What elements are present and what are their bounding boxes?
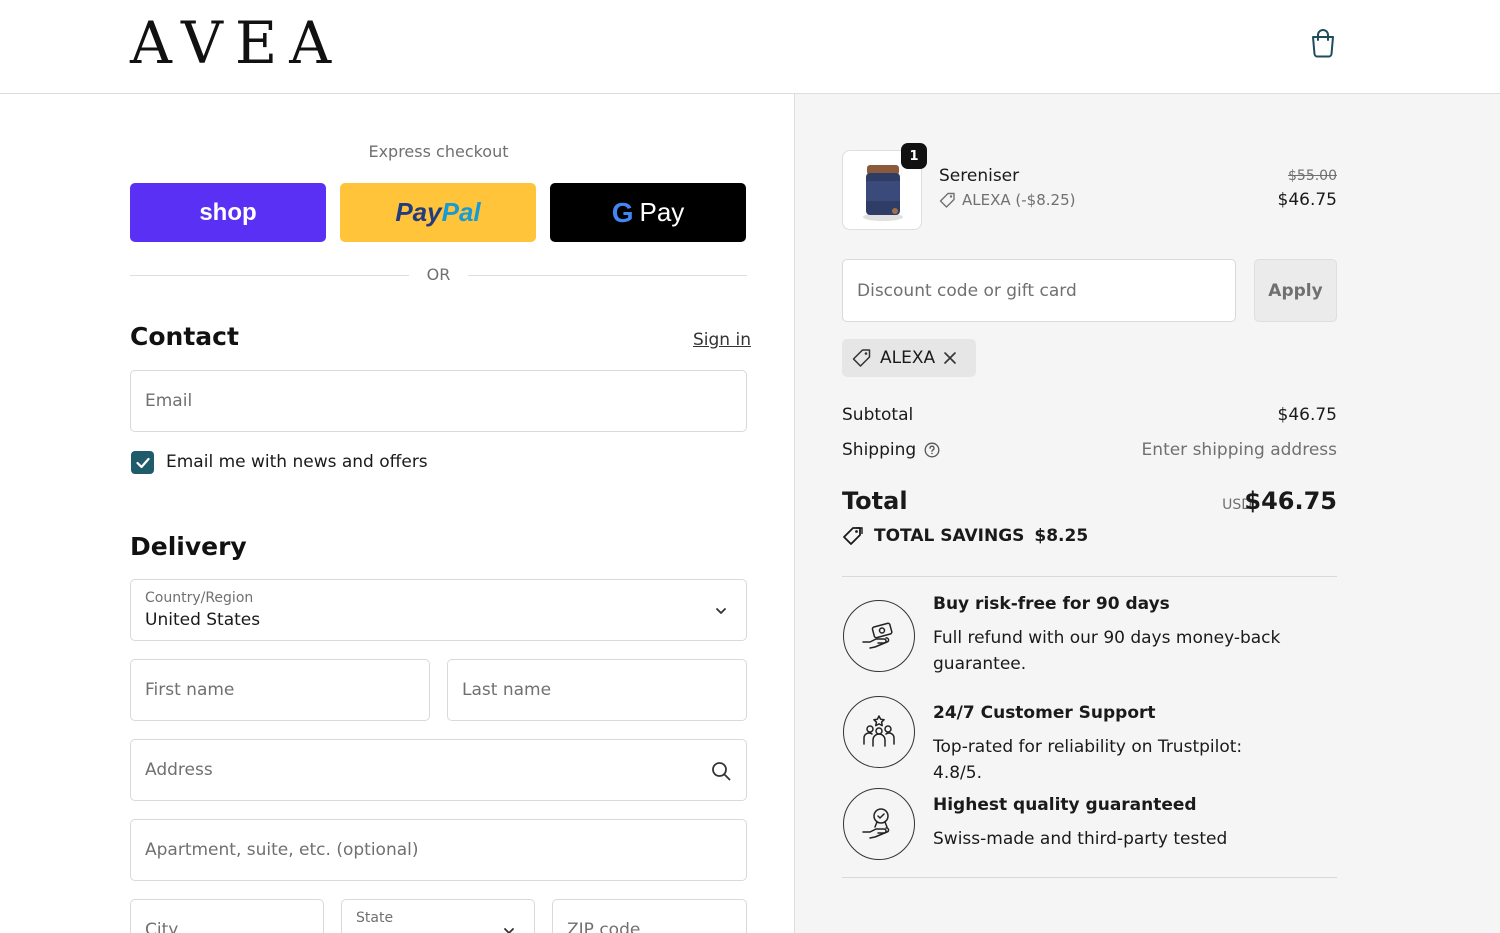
country-select[interactable]: Country/Region United States xyxy=(130,579,747,641)
product-discount-text: ALEXA (-$8.25) xyxy=(962,191,1076,209)
delivery-title: Delivery xyxy=(130,532,247,561)
newsletter-label[interactable]: Email me with news and offers xyxy=(166,452,428,472)
perk-text: Swiss-made and third-party tested xyxy=(933,829,1228,849)
zip-input[interactable] xyxy=(553,900,746,933)
search-icon[interactable] xyxy=(710,760,732,782)
perk-text: Full refund with our 90 days money-back … xyxy=(933,628,1281,674)
shipping-row-label: Shipping xyxy=(842,440,940,460)
apply-discount-button[interactable]: Apply xyxy=(1254,259,1337,322)
applied-discount-chip: ALEXA xyxy=(842,339,976,377)
sign-in-link[interactable]: Sign in xyxy=(693,330,751,350)
savings-label: TOTAL SAVINGS xyxy=(874,526,1025,546)
perk-title: 24/7 Customer Support xyxy=(933,703,1156,723)
shop-pay-label: shop xyxy=(199,198,257,226)
applied-discount-code: ALEXA xyxy=(880,348,936,368)
country-select-label: Country/Region xyxy=(145,590,254,606)
remove-discount-icon[interactable] xyxy=(943,351,957,365)
savings-value: $8.25 xyxy=(1034,526,1089,546)
city-input[interactable] xyxy=(131,900,323,933)
original-price: $55.00 xyxy=(1288,168,1337,184)
state-select[interactable]: State xyxy=(341,899,535,933)
first-name-input[interactable] xyxy=(131,660,429,720)
perk-title: Highest quality guaranteed xyxy=(933,795,1197,815)
last-name-field[interactable] xyxy=(447,659,747,721)
chevron-down-icon xyxy=(716,608,726,614)
paypal-label-part2: Pal xyxy=(441,197,481,227)
zip-field[interactable] xyxy=(552,899,747,933)
final-price: $46.75 xyxy=(1277,190,1337,210)
state-select-label: State xyxy=(356,910,394,926)
savings-tag-icon xyxy=(843,527,863,545)
google-g-icon: G xyxy=(611,196,634,228)
discount-code-input[interactable] xyxy=(843,260,1235,321)
address-field[interactable] xyxy=(130,739,747,801)
quality-badge-hand-icon xyxy=(843,788,915,860)
checkout-form-panel: Express checkout shop Pay Pal G Pay OR Co… xyxy=(0,94,795,933)
apartment-field[interactable] xyxy=(130,819,747,881)
discount-code-field[interactable] xyxy=(842,259,1236,322)
divider-line-right xyxy=(468,275,747,276)
total-value: $46.75 xyxy=(1244,487,1337,515)
subtotal-value: $46.75 xyxy=(1277,405,1337,425)
shopping-bag-icon[interactable] xyxy=(1308,27,1338,59)
product-name: Sereniser xyxy=(939,166,1020,186)
country-select-value: United States xyxy=(145,610,261,630)
address-input[interactable] xyxy=(131,740,746,800)
chevron-down-icon xyxy=(504,928,514,933)
first-name-field[interactable] xyxy=(130,659,430,721)
shop-pay-button[interactable]: shop xyxy=(130,183,326,242)
apartment-input[interactable] xyxy=(131,820,746,880)
shipping-label: Shipping xyxy=(842,440,917,460)
checkmark-icon xyxy=(135,457,150,468)
or-divider: OR xyxy=(130,264,747,286)
paypal-label-part1: Pay xyxy=(395,197,442,227)
product-discount: ALEXA (-$8.25) xyxy=(939,191,1075,209)
total-savings: TOTAL SAVINGS $8.25 xyxy=(842,526,1088,546)
google-pay-label: Pay xyxy=(639,197,685,227)
email-input[interactable] xyxy=(131,371,746,431)
subtotal-label: Subtotal xyxy=(842,405,914,425)
last-name-input[interactable] xyxy=(448,660,746,720)
summary-divider xyxy=(842,576,1337,577)
perk-title: Buy risk-free for 90 days xyxy=(933,594,1170,614)
money-hand-icon xyxy=(843,600,915,672)
total-label: Total xyxy=(842,487,908,515)
brand-logo[interactable]: AVEA xyxy=(130,14,343,72)
perk-text: Top-rated for reliability on Trustpilot:… xyxy=(933,737,1243,783)
order-summary-panel: 1 Sereniser ALEXA (-$8.25) $55.00 $46.75… xyxy=(795,94,1500,933)
help-circle-icon[interactable] xyxy=(924,442,940,458)
contact-title: Contact xyxy=(130,322,239,351)
site-header: AVEA xyxy=(0,0,1500,94)
quantity-badge: 1 xyxy=(901,143,927,169)
express-checkout-title: Express checkout xyxy=(368,142,509,161)
tag-icon xyxy=(852,349,871,367)
tag-icon xyxy=(939,192,955,208)
shipping-value: Enter shipping address xyxy=(1141,440,1337,460)
google-pay-button[interactable]: G Pay xyxy=(550,183,746,242)
city-field[interactable] xyxy=(130,899,324,933)
summary-divider-bottom xyxy=(842,877,1337,878)
newsletter-checkbox[interactable] xyxy=(131,451,154,474)
email-field[interactable] xyxy=(130,370,747,432)
support-team-icon xyxy=(843,696,915,768)
paypal-button[interactable]: Pay Pal xyxy=(340,183,536,242)
